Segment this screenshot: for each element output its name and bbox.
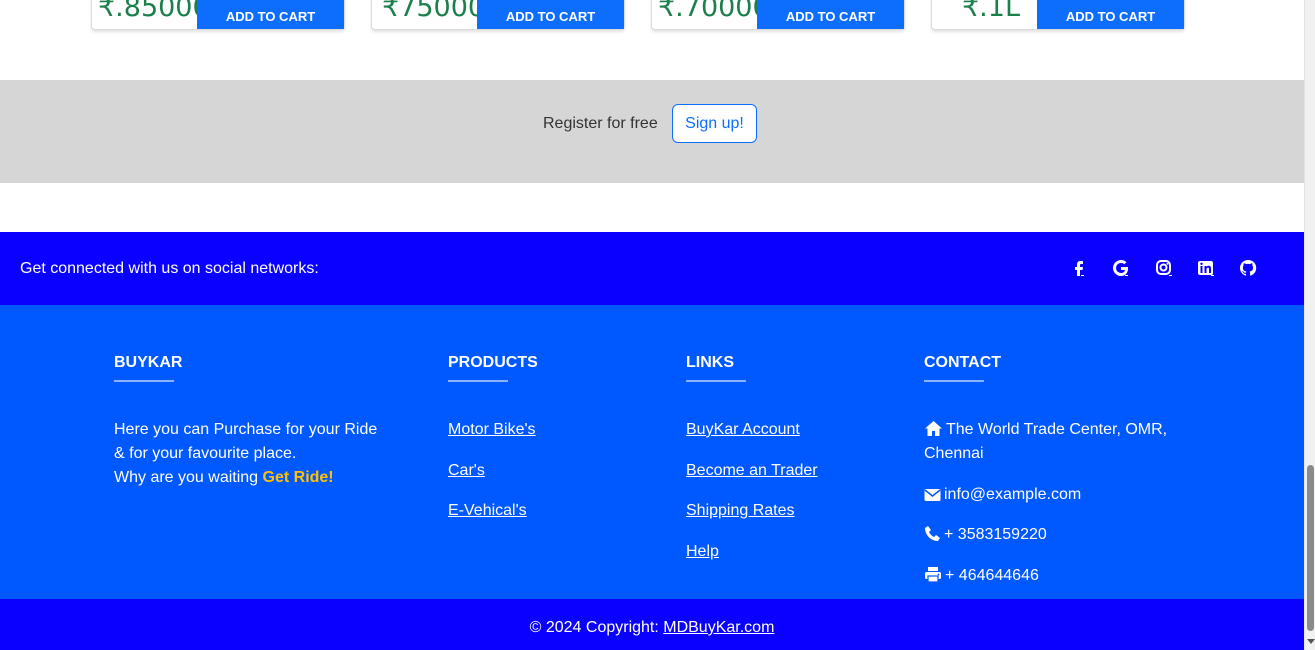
contact-address: The World Trade Center, OMR, Chennai (924, 418, 1189, 466)
scrollbar-thumb[interactable] (1307, 465, 1314, 631)
contact-list: The World Trade Center, OMR, Chennai inf… (924, 418, 1189, 588)
copyright-text: © 2024 Copyright: (529, 619, 664, 636)
get-ride-highlight: Get Ride! (262, 469, 334, 486)
brand-line-2: & for your favourite place. (114, 445, 297, 462)
footer-contact-heading: CONTACT (924, 354, 1002, 371)
add-to-cart-button[interactable]: ADD TO CART (197, 0, 344, 29)
social-bar: Get connected with us on social networks… (0, 232, 1304, 305)
facebook-icon[interactable] (1068, 257, 1090, 279)
google-icon[interactable] (1110, 257, 1132, 279)
sign-up-button[interactable]: Sign up! (672, 104, 757, 143)
brand-line-1: Here you can Purchase for your Ride (114, 421, 378, 438)
footer-links-heading: LINKS (686, 354, 734, 371)
footer-link-e-vehicals[interactable]: E-Vehical's (448, 499, 628, 523)
product-price: ₹.70000 (658, 0, 770, 23)
footer: BUYKAR Here you can Purchase for your Ri… (0, 305, 1304, 599)
contact-email: info@example.com (924, 483, 1189, 507)
heading-underline (114, 380, 174, 382)
add-to-cart-button[interactable]: ADD TO CART (477, 0, 624, 29)
page: ₹.85000 ADD TO CART ₹75000 ADD TO CART ₹… (0, 0, 1304, 650)
heading-underline (448, 380, 508, 382)
footer-link-become-trader[interactable]: Become an Trader (686, 459, 886, 483)
contact-phone-text: + 3583159220 (944, 526, 1047, 543)
product-card: ₹.85000 ADD TO CART (91, 0, 345, 30)
footer-contact-column: CONTACT The World Trade Center, OMR, Che… (924, 353, 1189, 604)
copyright-bar: © 2024 Copyright: MDBuyKar.com (0, 599, 1304, 650)
contact-fax-text: + 464644646 (945, 566, 1039, 584)
product-card: ₹75000 ADD TO CART (371, 0, 625, 30)
register-section: Register for free Sign up! (0, 80, 1304, 183)
linkedin-icon[interactable] (1195, 257, 1217, 279)
footer-link-help[interactable]: Help (686, 540, 886, 564)
add-to-cart-button[interactable]: ADD TO CART (1037, 0, 1184, 29)
contact-email-text: info@example.com (944, 485, 1082, 503)
product-card: ₹.70000 ADD TO CART (651, 0, 905, 30)
social-text: Get connected with us on social networks… (20, 260, 319, 277)
product-card: ₹.1L ADD TO CART (931, 0, 1185, 30)
footer-link-cars[interactable]: Car's (448, 459, 628, 483)
product-price: ₹.85000 (98, 0, 210, 23)
footer-products-heading: PRODUCTS (448, 354, 538, 371)
contact-fax: + 464644646 (924, 564, 1189, 588)
home-icon (925, 421, 942, 436)
copyright-link[interactable]: MDBuyKar.com (663, 619, 774, 636)
product-price: ₹.1L (962, 0, 1020, 23)
products-links: Motor Bike's Car's E-Vehical's (448, 418, 628, 523)
product-cards-row: ₹.85000 ADD TO CART ₹75000 ADD TO CART ₹… (0, 0, 1304, 40)
product-price: ₹75000 (382, 0, 486, 23)
heading-underline (924, 380, 984, 382)
phone-icon (925, 526, 940, 541)
envelope-icon (924, 488, 941, 501)
scroll-down-arrow-icon[interactable] (1307, 639, 1315, 644)
footer-brand-heading: BUYKAR (114, 354, 183, 371)
footer-link-buykar-account[interactable]: BuyKar Account (686, 418, 886, 442)
page-scrollbar[interactable] (1304, 0, 1315, 650)
footer-links-column: LINKS BuyKar Account Become an Trader Sh… (686, 353, 886, 580)
github-icon[interactable] (1237, 257, 1259, 279)
brand-line-3-prefix: Why are you waiting (114, 469, 263, 486)
heading-underline (686, 380, 746, 382)
contact-phone: + 3583159220 (924, 523, 1189, 547)
footer-brand-column: BUYKAR Here you can Purchase for your Ri… (114, 353, 384, 490)
footer-link-motor-bikes[interactable]: Motor Bike's (448, 418, 628, 442)
links-list: BuyKar Account Become an Trader Shipping… (686, 418, 886, 564)
brand-line-3: Why are you waiting Get Ride! (114, 466, 384, 490)
add-to-cart-button[interactable]: ADD TO CART (757, 0, 904, 29)
instagram-icon[interactable] (1153, 257, 1175, 279)
footer-brand-description: Here you can Purchase for your Ride & fo… (114, 418, 384, 490)
contact-address-text: The World Trade Center, OMR, Chennai (924, 421, 1168, 462)
footer-products-column: PRODUCTS Motor Bike's Car's E-Vehical's (448, 353, 628, 540)
footer-link-shipping-rates[interactable]: Shipping Rates (686, 499, 886, 523)
register-text: Register for free (543, 115, 658, 132)
printer-icon (925, 566, 941, 583)
